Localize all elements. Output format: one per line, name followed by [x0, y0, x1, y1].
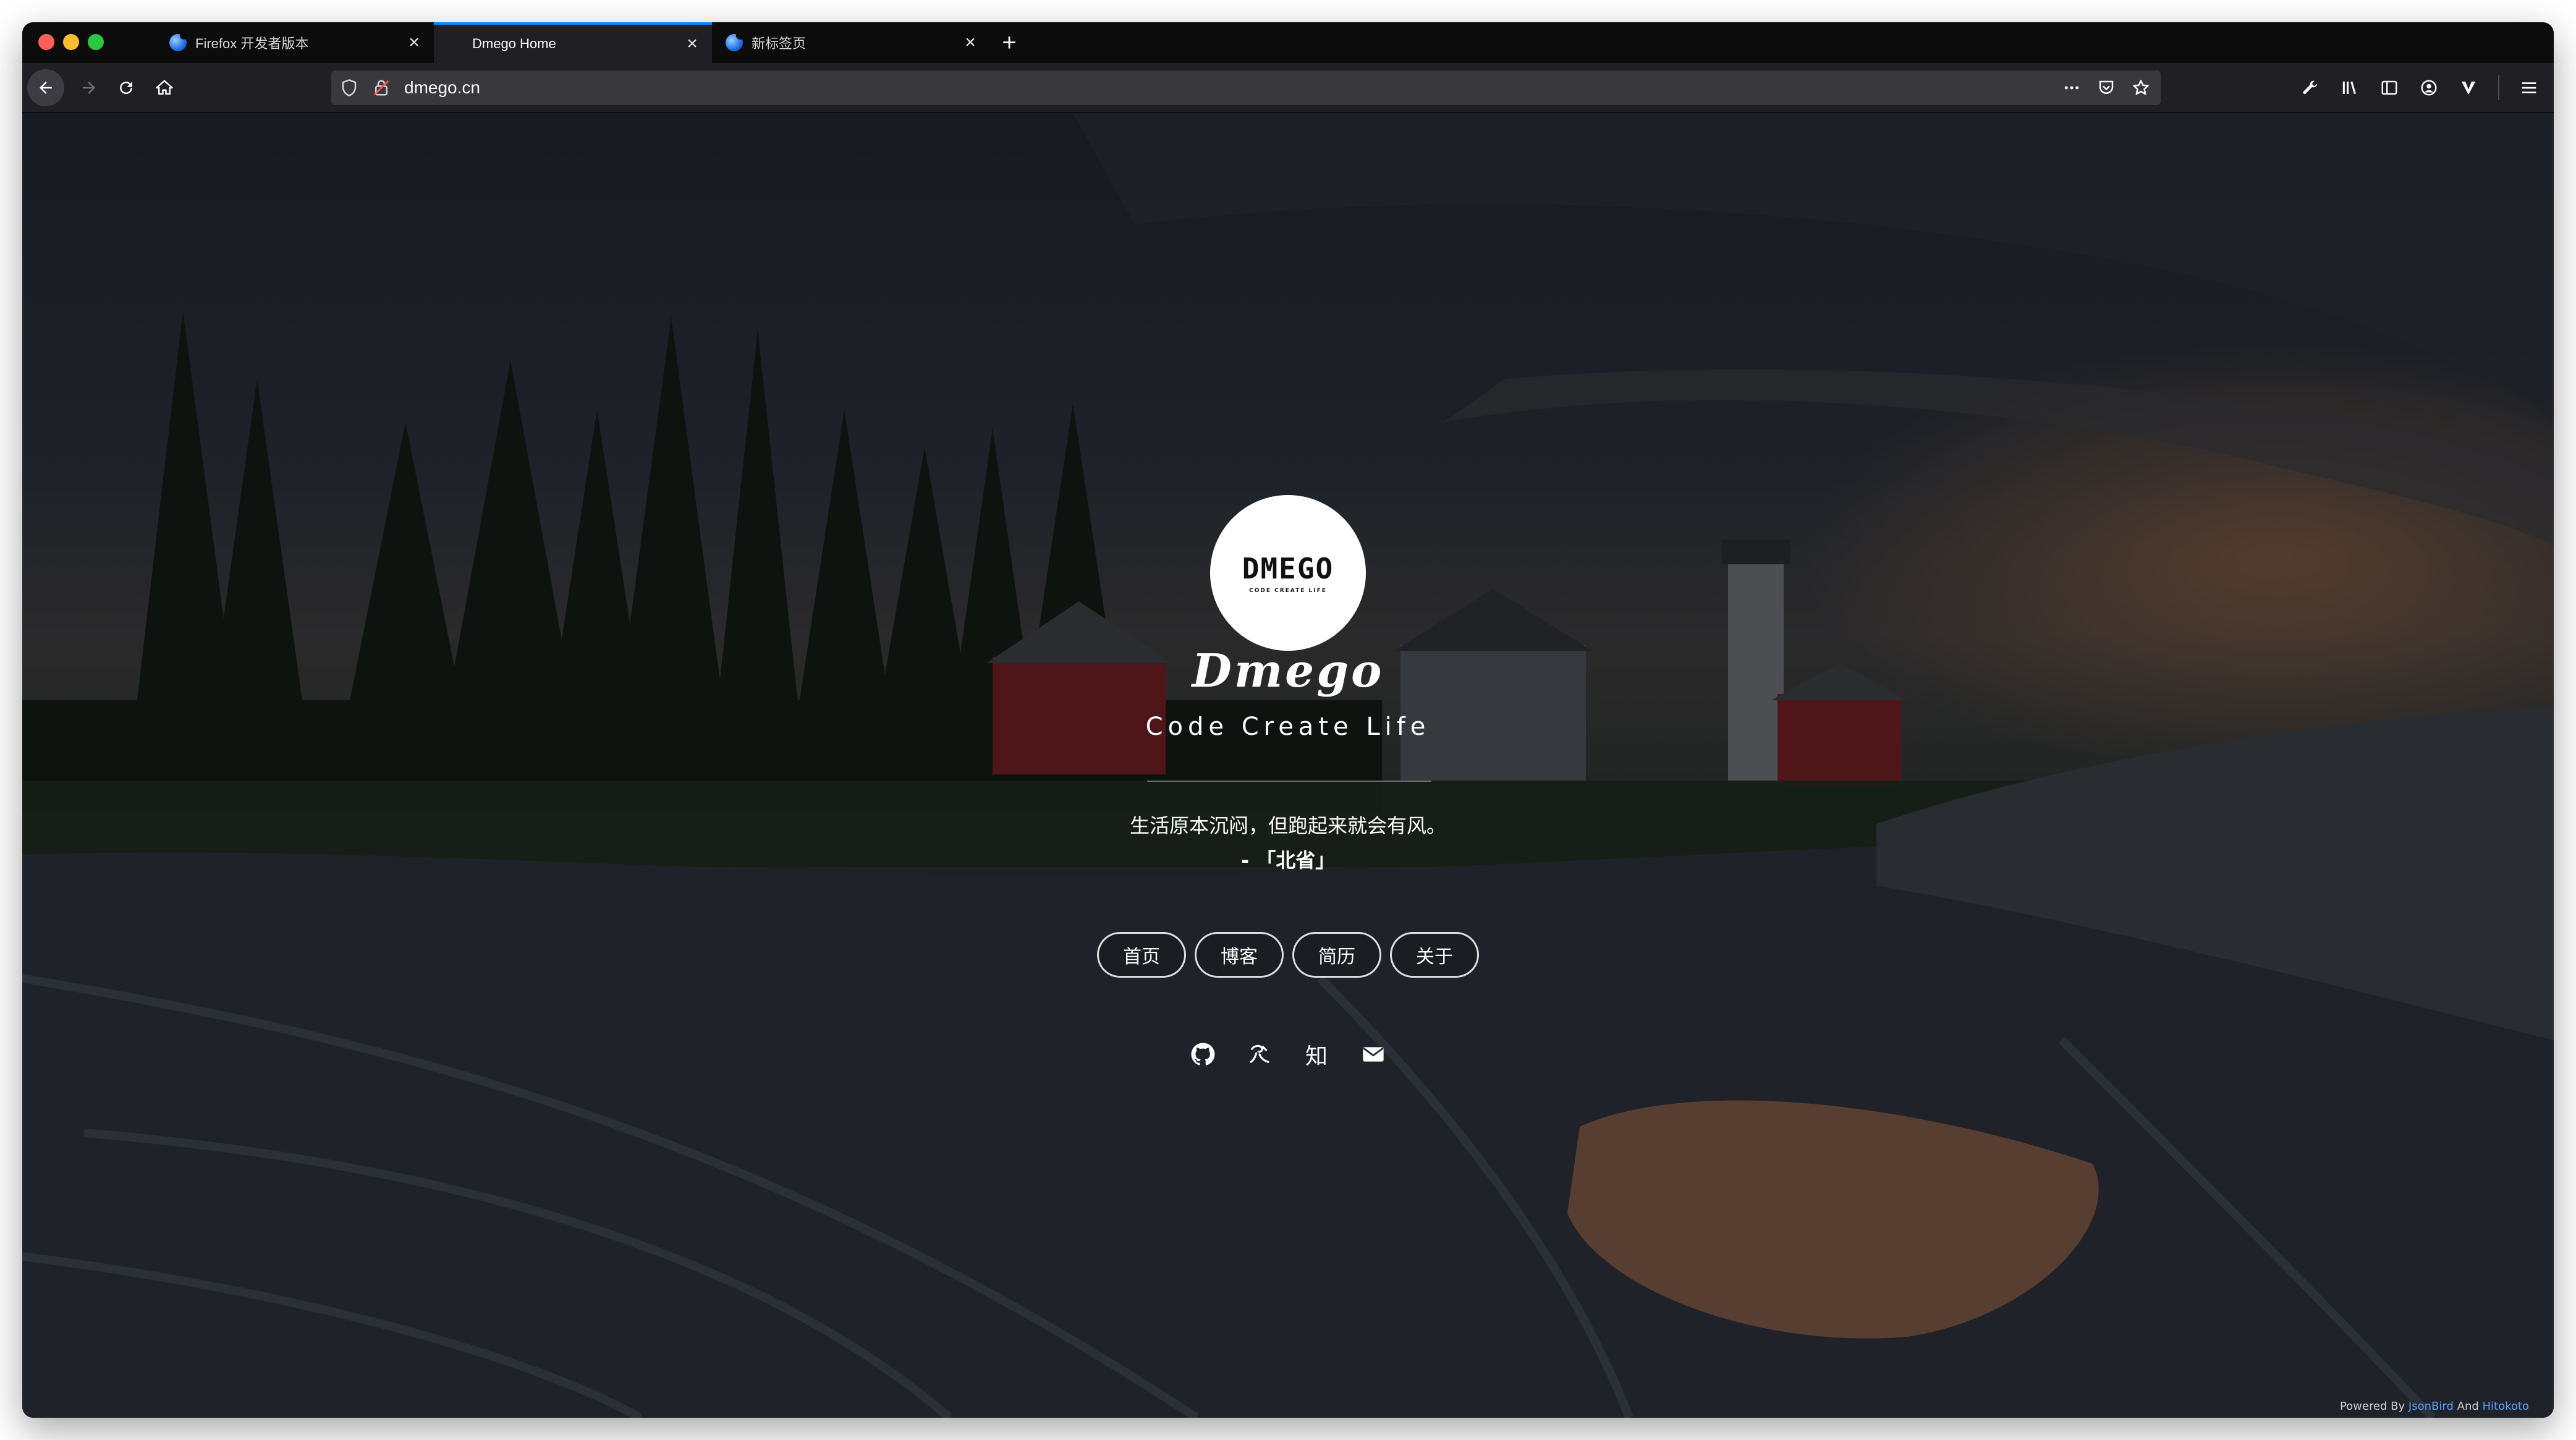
insecure-lock-icon[interactable]	[372, 78, 391, 100]
github-icon[interactable]	[1188, 1040, 1217, 1069]
tab-title: 新标签页	[752, 36, 807, 51]
firefox-icon	[169, 32, 189, 51]
avatar-tagline: CODE CREATE LIFE	[1249, 588, 1327, 594]
page-actions	[2058, 75, 2154, 100]
quote-author: - 「北省」	[1240, 849, 1336, 872]
nav-home-button[interactable]: 首页	[1097, 932, 1186, 978]
library-icon[interactable]	[2331, 69, 2368, 106]
tab-dmego-home[interactable]: Dmego Home ×	[434, 22, 712, 63]
site-nav: 首页 博客 简历 关于	[22, 932, 2554, 978]
extension-v-icon[interactable]	[2450, 69, 2487, 106]
tab-strip: Firefox 开发者版本 × Dmego Home × 新标签页 × +	[22, 22, 2554, 63]
zhihu-icon[interactable]: 知	[1302, 1040, 1331, 1069]
mail-icon[interactable]	[1359, 1040, 1388, 1069]
tab-firefox-developer[interactable]: Firefox 开发者版本 ×	[156, 22, 434, 63]
page-content: DMEGO CODE CREATE LIFE Dmego Code Create…	[22, 113, 2554, 1418]
nav-blog-button[interactable]: 博客	[1195, 932, 1284, 978]
tab-new-tab[interactable]: 新标签页 ×	[712, 22, 990, 63]
social-links: 知	[22, 1040, 2554, 1069]
powered-by-footer: Powered By JsonBird And Hitokoto	[2340, 1400, 2529, 1413]
back-arrow-icon	[40, 82, 52, 94]
home-button[interactable]	[146, 69, 183, 106]
home-icon	[156, 80, 173, 95]
nav-about-button[interactable]: 关于	[1390, 932, 1479, 978]
divider	[1147, 781, 1431, 782]
tracking-protection-shield-icon[interactable]	[340, 78, 358, 100]
profile-card: DMEGO CODE CREATE LIFE Dmego Code Create…	[22, 113, 2554, 1418]
tab-title: Dmego Home	[472, 36, 556, 51]
forward-arrow-icon	[83, 82, 95, 94]
sidebar-toggle-icon[interactable]	[2371, 69, 2408, 106]
and-label: And	[2457, 1400, 2479, 1413]
jianshu-icon[interactable]	[1245, 1040, 1274, 1069]
powered-by-label: Powered By	[2339, 1400, 2405, 1413]
forward-button[interactable]	[70, 69, 108, 106]
tab-title: Firefox 开发者版本	[195, 36, 309, 51]
close-tab-icon[interactable]: ×	[680, 32, 705, 56]
avatar-logo: DMEGO	[1242, 552, 1334, 585]
more-actions-icon[interactable]	[2058, 75, 2085, 100]
close-tab-icon[interactable]: ×	[958, 30, 983, 55]
hitokoto-link[interactable]: Hitokoto	[2483, 1400, 2529, 1413]
reload-button[interactable]	[108, 69, 145, 106]
close-tab-icon[interactable]: ×	[402, 30, 426, 55]
new-tab-button[interactable]: +	[994, 27, 1025, 58]
browser-window: Firefox 开发者版本 × Dmego Home × 新标签页 × + dm…	[22, 22, 2554, 1418]
toolbar-right	[2292, 69, 2548, 106]
site-subtitle: Code Create Life	[1145, 713, 1431, 741]
close-window-button[interactable]	[38, 34, 54, 50]
url-bar[interactable]: dmego.cn	[331, 70, 2161, 105]
bookmark-star-icon[interactable]	[2127, 75, 2154, 100]
navigation-toolbar: dmego.cn	[22, 63, 2554, 112]
avatar[interactable]: DMEGO CODE CREATE LIFE	[1210, 495, 1366, 651]
zoom-window-button[interactable]	[88, 34, 104, 50]
firefox-icon	[726, 32, 745, 51]
pocket-icon[interactable]	[2093, 75, 2120, 100]
back-button[interactable]	[27, 69, 64, 106]
jsonbird-link[interactable]: JsonBird	[2409, 1400, 2454, 1413]
nav-resume-button[interactable]: 简历	[1292, 932, 1381, 978]
toolbar-separator	[2498, 75, 2499, 100]
site-title: Dmego	[1192, 645, 1384, 698]
account-icon[interactable]	[2410, 69, 2447, 106]
hamburger-menu-icon[interactable]	[2510, 69, 2548, 106]
hitokoto-quote: 生活原本沉闷，但跑起来就会有风。	[1129, 814, 1446, 837]
developer-tools-wrench-icon[interactable]	[2292, 69, 2329, 106]
url-text: dmego.cn	[404, 78, 480, 97]
reload-icon	[120, 82, 133, 95]
minimize-window-button[interactable]	[63, 34, 79, 50]
